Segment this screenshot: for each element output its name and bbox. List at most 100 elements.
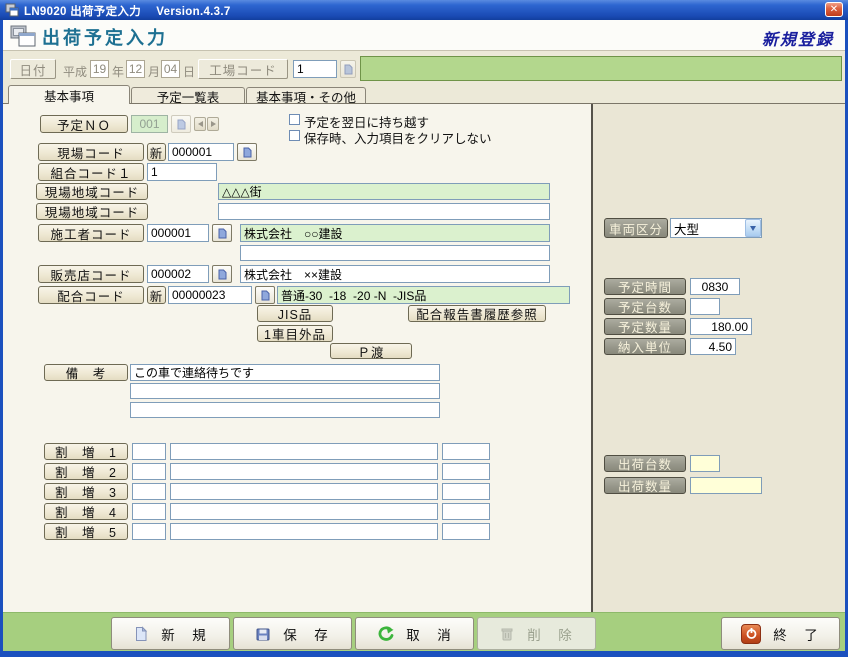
- surcharge-1-name[interactable]: [170, 443, 438, 460]
- new-button[interactable]: 新 規: [111, 617, 230, 650]
- carryover-checkbox[interactable]: [289, 114, 300, 125]
- contractor-lookup-button[interactable]: [212, 224, 232, 242]
- tab-schedule-list[interactable]: 予定一覧表: [131, 87, 245, 104]
- dealer-code-button[interactable]: 販売店コード: [38, 265, 144, 283]
- surcharge-2-code[interactable]: [132, 463, 166, 480]
- union-code-field[interactable]: 1: [147, 163, 217, 181]
- surcharge-3-name[interactable]: [170, 483, 438, 500]
- delete-button-label: 削 除: [527, 624, 574, 644]
- schedule-no-button[interactable]: 予定ＮＯ: [40, 115, 128, 133]
- shipped-count-field: [690, 455, 720, 472]
- surcharge-2-button[interactable]: 割 増 2: [44, 463, 128, 480]
- window-bottom-border: [0, 651, 848, 657]
- arrow-right-icon: [211, 121, 216, 127]
- scheduled-time-field[interactable]: 0830: [690, 278, 740, 295]
- surcharge-1-code[interactable]: [132, 443, 166, 460]
- delete-icon: [499, 626, 515, 642]
- scheduled-quantity-field[interactable]: 180.00: [690, 318, 752, 335]
- schedule-no-next-button: [207, 117, 219, 131]
- factory-code-field[interactable]: 1: [293, 60, 337, 78]
- surcharge-2-value[interactable]: [442, 463, 490, 480]
- site-area-code-button-1[interactable]: 現場地域コード: [36, 183, 148, 200]
- union-code-button[interactable]: 組合コード１: [38, 163, 144, 181]
- surcharge-5-name[interactable]: [170, 523, 438, 540]
- jis-button[interactable]: JIS品: [257, 305, 333, 322]
- vehicle-class-label: 車両区分: [604, 218, 668, 238]
- cancel-button[interactable]: 取 消: [355, 617, 474, 650]
- surcharge-1-button[interactable]: 割 増 1: [44, 443, 128, 460]
- save-button[interactable]: 保 存: [233, 617, 352, 650]
- remarks-field-1[interactable]: この車で連絡待ちです: [130, 364, 440, 381]
- chevron-down-icon[interactable]: [745, 219, 761, 237]
- site-area-name-field-2[interactable]: [218, 203, 550, 220]
- delivery-unit-field[interactable]: 4.50: [690, 338, 736, 355]
- remarks-field-2[interactable]: [130, 383, 440, 399]
- site-code-new-button[interactable]: 新: [147, 143, 166, 161]
- dealer-lookup-button[interactable]: [212, 265, 232, 283]
- first-car-button[interactable]: 1車目外品: [257, 325, 333, 342]
- scheduled-count-label: 予定台数: [604, 298, 686, 315]
- noclear-checkbox[interactable]: [289, 130, 300, 141]
- mix-code-button[interactable]: 配合コード: [38, 286, 144, 304]
- form-icon: [10, 24, 38, 48]
- scheduled-count-field[interactable]: [690, 298, 720, 315]
- surcharge-3-button[interactable]: 割 増 3: [44, 483, 128, 500]
- surcharge-4-button[interactable]: 割 増 4: [44, 503, 128, 520]
- surcharge-1-value[interactable]: [442, 443, 490, 460]
- mix-code-new-button[interactable]: 新: [147, 286, 166, 304]
- year-field[interactable]: 19: [90, 60, 109, 78]
- contractor-name-field[interactable]: 株式会社 ○○建設: [240, 224, 550, 242]
- surcharge-4-code[interactable]: [132, 503, 166, 520]
- exit-button[interactable]: 終 了: [721, 617, 840, 650]
- vehicle-class-select[interactable]: 大型: [670, 218, 762, 238]
- dealer-code-field[interactable]: 000002: [147, 265, 209, 283]
- close-button[interactable]: ✕: [825, 2, 843, 17]
- power-icon: [741, 624, 761, 644]
- surcharge-5-code[interactable]: [132, 523, 166, 540]
- new-document-icon: [133, 626, 149, 642]
- tab-basic-label: 基本事項: [44, 86, 94, 105]
- surcharge-2-name[interactable]: [170, 463, 438, 480]
- status-bar: [360, 56, 842, 81]
- surcharge-5-button[interactable]: 割 増 5: [44, 523, 128, 540]
- site-area-name-field-1[interactable]: △△△街: [218, 183, 550, 200]
- mix-name-field[interactable]: 普通-30 -18 -20 -N -JIS品: [277, 286, 570, 304]
- close-icon: ✕: [830, 5, 838, 15]
- lookup-icon: [177, 119, 186, 130]
- remarks-field-3[interactable]: [130, 402, 440, 418]
- shipped-count-label: 出荷台数: [604, 455, 686, 472]
- tab-basic[interactable]: 基本事項: [8, 85, 130, 104]
- contractor-code-button[interactable]: 施工者コード: [38, 224, 144, 242]
- site-code-lookup-button[interactable]: [237, 143, 257, 161]
- day-field[interactable]: 04: [161, 60, 180, 78]
- app-icon: [5, 3, 19, 17]
- schedule-no-lookup-button: [171, 115, 191, 133]
- surcharge-4-value[interactable]: [442, 503, 490, 520]
- contractor-code-field[interactable]: 000001: [147, 224, 209, 242]
- lookup-icon: [344, 64, 353, 75]
- site-code-button[interactable]: 現場コード: [38, 143, 144, 161]
- scheduled-time-label: 予定時間: [604, 278, 686, 295]
- tab-basic-other[interactable]: 基本事項・その他: [246, 87, 366, 104]
- surcharge-4-name[interactable]: [170, 503, 438, 520]
- p-delivery-button[interactable]: Ｐ渡: [330, 343, 412, 359]
- mix-code-field[interactable]: 00000023: [168, 286, 252, 304]
- mix-report-history-button[interactable]: 配合報告書履歴参照: [408, 305, 546, 322]
- contractor-name2-field[interactable]: [240, 245, 550, 261]
- mix-lookup-button[interactable]: [255, 286, 275, 304]
- cancel-button-label: 取 消: [406, 624, 453, 644]
- site-area-code-button-2[interactable]: 現場地域コード: [36, 203, 148, 220]
- day-unit: 日: [183, 63, 195, 80]
- shipped-quantity-label: 出荷数量: [604, 477, 686, 494]
- surcharge-3-code[interactable]: [132, 483, 166, 500]
- month-field[interactable]: 12: [126, 60, 145, 78]
- right-panel: [593, 104, 845, 612]
- surcharge-3-value[interactable]: [442, 483, 490, 500]
- factory-code-label: 工場コード: [198, 59, 288, 79]
- window-title: LN9020 出荷予定入力 Version.4.3.7: [24, 3, 231, 19]
- remarks-button[interactable]: 備 考: [44, 364, 128, 381]
- save-button-label: 保 存: [283, 624, 330, 644]
- site-code-field[interactable]: 000001: [168, 143, 234, 161]
- surcharge-5-value[interactable]: [442, 523, 490, 540]
- dealer-name-field[interactable]: 株式会社 ××建設: [240, 265, 550, 283]
